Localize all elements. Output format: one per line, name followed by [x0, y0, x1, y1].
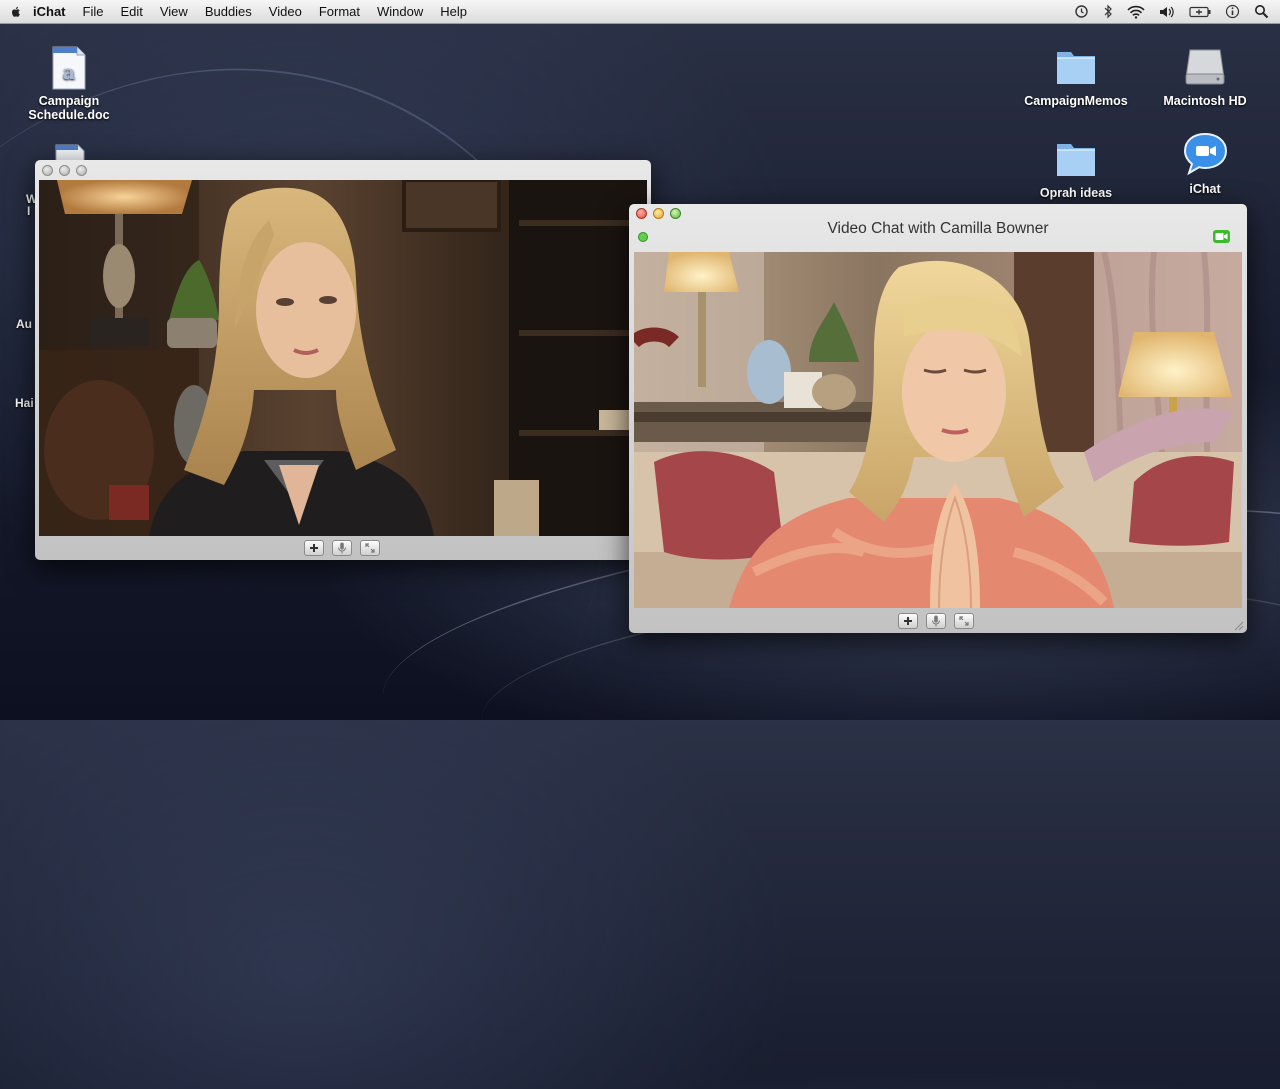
battery-icon[interactable] — [1189, 6, 1211, 18]
menu-window[interactable]: Window — [377, 4, 423, 19]
mute-microphone-button[interactable] — [332, 540, 352, 556]
desktop-icon-label-cut: Hai — [15, 396, 34, 410]
video-toolbar — [898, 613, 974, 629]
zoom-button[interactable] — [76, 165, 87, 176]
menu-bar: iChat File Edit View Buddies Video Forma… — [0, 0, 1280, 24]
desktop-icon-label: Campaign — [38, 94, 100, 108]
menu-buddies[interactable]: Buddies — [205, 4, 252, 19]
window-title-bar[interactable] — [35, 160, 651, 180]
desktop-icon-campaignmemos[interactable]: CampaignMemos — [1016, 44, 1136, 108]
window-controls — [636, 208, 681, 219]
ichat-app-icon — [1181, 130, 1229, 178]
add-participant-button[interactable] — [898, 613, 918, 629]
desktop-icon-campaign-schedule[interactable]: a Campaign Schedule.doc — [18, 46, 120, 122]
window-title: Video Chat with Camilla Bowner — [827, 220, 1049, 237]
video-chat-window-active[interactable]: Video Chat with Camilla Bowner — [629, 204, 1247, 633]
bluetooth-icon[interactable] — [1103, 4, 1113, 19]
svg-text:a: a — [63, 60, 76, 84]
video-toolbar — [304, 540, 380, 556]
fullscreen-button[interactable] — [954, 613, 974, 629]
desktop-icon-macintosh-hd[interactable]: Macintosh HD — [1150, 44, 1260, 108]
minimize-button[interactable] — [653, 208, 664, 219]
add-participant-button[interactable] — [304, 540, 324, 556]
menu-extras — [1074, 4, 1269, 19]
zoom-button[interactable] — [670, 208, 681, 219]
folder-icon — [1053, 136, 1099, 182]
desktop-icon-label-cut: Au — [16, 317, 32, 331]
spotlight-icon[interactable] — [1254, 4, 1269, 19]
desktop-icon-label-cut: I — [27, 204, 31, 218]
desktop-icon-label: iChat — [1189, 182, 1221, 196]
menu-help[interactable]: Help — [440, 4, 467, 19]
info-icon[interactable] — [1225, 4, 1240, 19]
menu-video[interactable]: Video — [269, 4, 302, 19]
time-machine-icon[interactable] — [1074, 4, 1089, 19]
fullscreen-button[interactable] — [360, 540, 380, 556]
desktop-icon-label: Macintosh HD — [1163, 94, 1247, 108]
window-title-bar[interactable]: Video Chat with Camilla Bowner — [629, 204, 1247, 250]
desktop-icon-ichat[interactable]: iChat — [1160, 130, 1250, 196]
apple-menu-icon[interactable] — [9, 5, 23, 19]
menu-format[interactable]: Format — [319, 4, 360, 19]
close-button[interactable] — [42, 165, 53, 176]
menu-file[interactable]: File — [83, 4, 104, 19]
desktop-icon-label: Oprah ideas — [1039, 186, 1113, 200]
resize-grip-icon[interactable] — [1232, 618, 1244, 631]
video-feed-remote — [39, 180, 647, 536]
volume-icon[interactable] — [1159, 5, 1175, 19]
desktop-icon-label: Schedule.doc — [28, 108, 110, 122]
menu-app-ichat[interactable]: iChat — [33, 4, 66, 19]
video-feed-camilla-bowner — [634, 252, 1242, 608]
mute-microphone-button[interactable] — [926, 613, 946, 629]
window-controls — [42, 165, 87, 176]
menu-edit[interactable]: Edit — [120, 4, 142, 19]
folder-icon — [1053, 44, 1099, 90]
desktop-icon-label: CampaignMemos — [1024, 94, 1128, 108]
word-document-icon: a — [51, 46, 87, 90]
wifi-icon[interactable] — [1127, 5, 1145, 19]
video-chat-window-remote[interactable] — [35, 160, 651, 560]
minimize-button[interactable] — [59, 165, 70, 176]
menu-view[interactable]: View — [160, 4, 188, 19]
desktop-icon-oprah-ideas[interactable]: Oprah ideas — [1016, 136, 1136, 200]
video-camera-icon[interactable] — [1213, 230, 1230, 243]
close-button[interactable] — [636, 208, 647, 219]
hard-drive-icon — [1182, 44, 1228, 90]
